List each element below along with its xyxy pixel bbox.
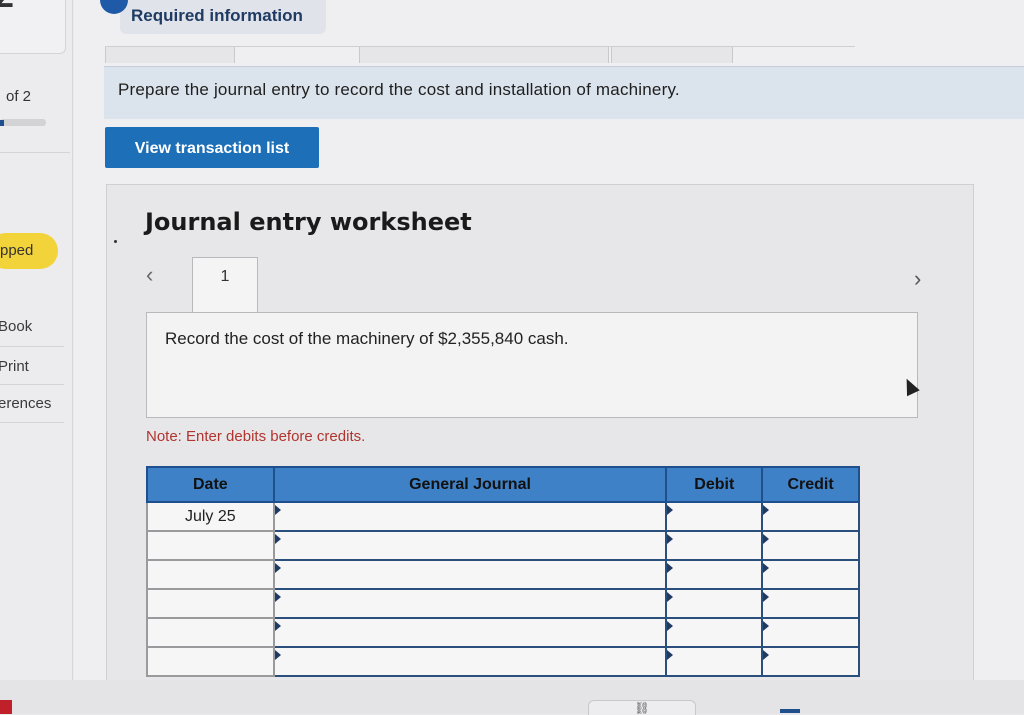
date-cell[interactable] — [146, 559, 275, 590]
bullet-dot — [114, 240, 117, 243]
dropdown-marker-icon — [667, 563, 674, 573]
bottom-strip — [0, 680, 1024, 714]
table-row — [146, 588, 860, 619]
account-cell[interactable] — [272, 501, 668, 532]
credit-cell[interactable] — [761, 617, 860, 648]
question-number: 2 — [0, 0, 14, 16]
link-icon[interactable]: ⛓ — [588, 700, 696, 715]
view-transaction-list-button[interactable]: View transaction list — [105, 127, 319, 168]
dropdown-marker-icon — [274, 563, 281, 573]
divider — [0, 152, 70, 153]
ebook-link[interactable]: Book — [0, 318, 32, 335]
dropdown-marker-icon — [274, 621, 281, 631]
entry-tab-1[interactable]: 1 — [192, 257, 258, 313]
page-count: of 2 — [6, 88, 32, 105]
dropdown-marker-icon — [763, 650, 770, 660]
table-row: July 25 — [146, 501, 860, 532]
dropdown-marker-icon — [274, 505, 281, 515]
entry-description: Record the cost of the machinery of $2,3… — [165, 329, 569, 348]
worksheet-title: Journal entry worksheet — [145, 208, 472, 236]
table-row — [146, 646, 860, 677]
table-row — [146, 559, 860, 590]
dropdown-marker-icon — [763, 534, 770, 544]
credit-cell[interactable] — [761, 559, 860, 590]
dropdown-marker-icon — [667, 592, 674, 602]
grip-handle-icon[interactable] — [780, 709, 800, 713]
credit-cell[interactable] — [761, 588, 860, 619]
note-text: Note: Enter debits before credits. — [146, 428, 366, 445]
debit-cell[interactable] — [665, 617, 764, 648]
dropdown-marker-icon — [763, 592, 770, 602]
journal-table: Date General Journal Debit Credit July 2… — [146, 466, 860, 677]
account-cell[interactable] — [272, 617, 668, 648]
question-number-box[interactable]: 2 — [0, 0, 66, 54]
debit-cell[interactable] — [665, 501, 764, 532]
date-cell[interactable] — [146, 646, 275, 677]
credit-cell[interactable] — [761, 646, 860, 677]
progress-bar — [0, 119, 46, 126]
dropdown-marker-icon — [274, 650, 281, 660]
tab-placeholder[interactable] — [105, 47, 235, 63]
dropdown-marker-icon — [667, 621, 674, 631]
print-link[interactable]: Print — [0, 358, 29, 375]
status-badge: pped — [0, 233, 58, 269]
dropdown-marker-icon — [274, 534, 281, 544]
debit-cell[interactable] — [665, 530, 764, 561]
debit-cell[interactable] — [665, 588, 764, 619]
tab-placeholder[interactable] — [359, 47, 609, 63]
credit-cell[interactable] — [761, 501, 860, 532]
tab-strip — [105, 46, 855, 65]
dropdown-marker-icon — [763, 563, 770, 573]
progress-fill — [0, 120, 4, 126]
debit-header: Debit — [665, 466, 764, 503]
general-journal-header: General Journal — [272, 466, 668, 503]
dropdown-marker-icon — [763, 621, 770, 631]
debit-cell[interactable] — [665, 646, 764, 677]
dropdown-marker-icon — [274, 592, 281, 602]
date-cell[interactable] — [146, 588, 275, 619]
table-header-row: Date General Journal Debit Credit — [146, 466, 860, 503]
instruction-text: Prepare the journal entry to record the … — [118, 80, 680, 99]
account-cell[interactable] — [272, 588, 668, 619]
red-marker — [0, 700, 12, 714]
tab-placeholder[interactable] — [611, 47, 733, 63]
date-cell[interactable] — [146, 530, 275, 561]
date-cell[interactable]: July 25 — [146, 501, 275, 532]
dropdown-marker-icon — [667, 534, 674, 544]
required-info-label[interactable]: Required information — [131, 6, 303, 26]
debit-cell[interactable] — [665, 559, 764, 590]
date-header: Date — [146, 466, 275, 503]
dropdown-marker-icon — [667, 505, 674, 515]
credit-cell[interactable] — [761, 530, 860, 561]
entry-description-box — [146, 312, 918, 418]
left-sidebar: 2 of 2 pped Book Print erences — [0, 0, 73, 714]
table-row — [146, 530, 860, 561]
references-link[interactable]: erences — [0, 395, 51, 412]
account-cell[interactable] — [272, 646, 668, 677]
table-row — [146, 617, 860, 648]
dropdown-marker-icon — [667, 650, 674, 660]
chevron-right-icon[interactable]: › — [914, 266, 921, 292]
account-cell[interactable] — [272, 530, 668, 561]
account-cell[interactable] — [272, 559, 668, 590]
dropdown-marker-icon — [763, 505, 770, 515]
date-cell[interactable] — [146, 617, 275, 648]
chevron-left-icon[interactable]: ‹ — [146, 262, 153, 288]
credit-header: Credit — [761, 466, 860, 503]
